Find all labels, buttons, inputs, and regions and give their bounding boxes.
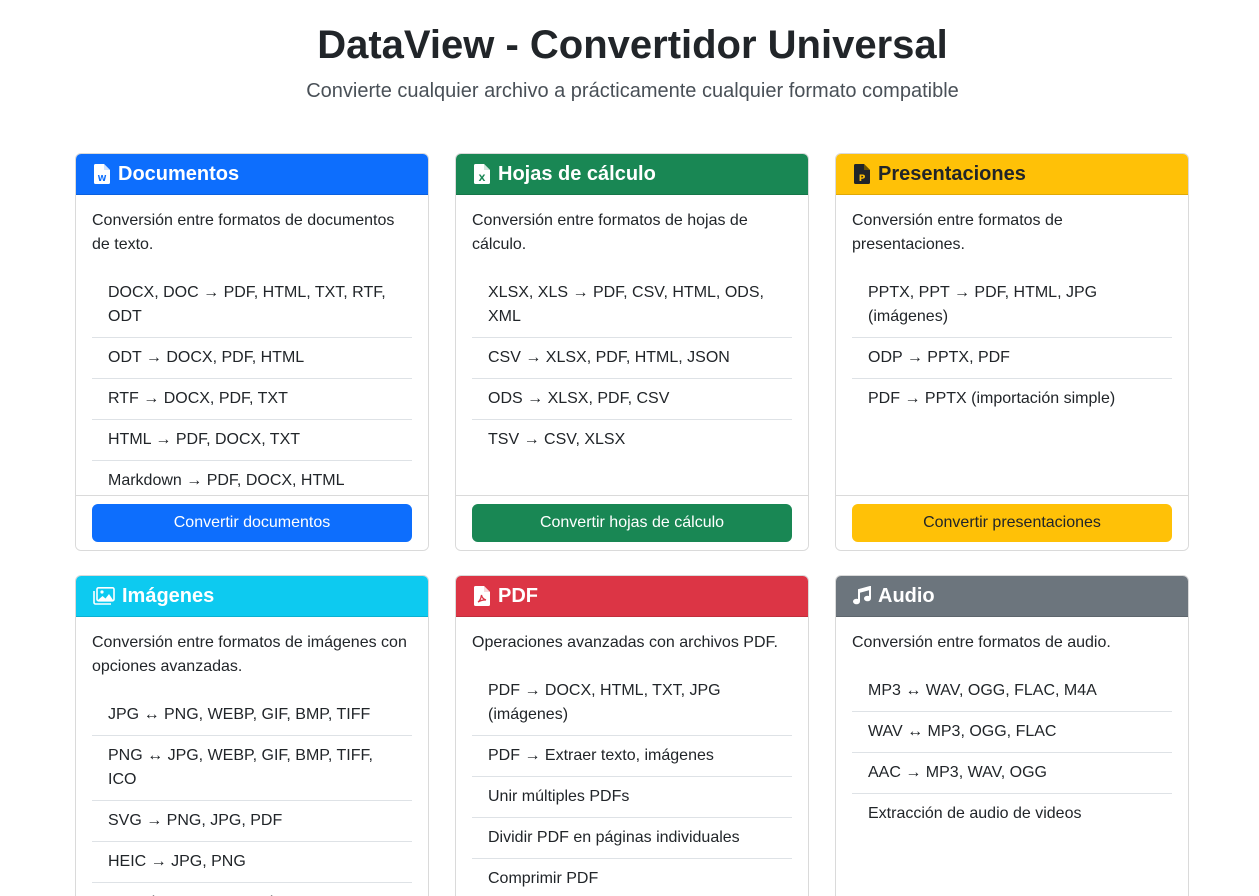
card-description: Operaciones avanzadas con archivos PDF. <box>472 634 778 651</box>
list-item: SVG → PNG, JPG, PDF <box>92 801 412 842</box>
card-header-presentaciones: P Presentaciones <box>836 154 1188 195</box>
list-item: MP3 ↔ WAV, OGG, FLAC, M4A <box>852 671 1172 712</box>
card-title: Presentaciones <box>878 162 1026 185</box>
list-item: DOCX, DOC → PDF, HTML, TXT, RTF, ODT <box>92 273 412 338</box>
list-item: ODS → XLSX, PDF, CSV <box>472 379 792 420</box>
svg-text:P: P <box>859 174 866 184</box>
card-title: PDF <box>498 584 538 607</box>
powerpoint-file-icon: P <box>852 163 872 185</box>
convert-spreadsheets-button[interactable]: Convertir hojas de cálculo <box>472 504 792 542</box>
list-item: CSV → XLSX, PDF, HTML, JSON <box>472 338 792 379</box>
card-documentos: W Documentos Conversión entre formatos d… <box>75 153 429 551</box>
card-audio: Audio Conversión entre formatos de audio… <box>835 575 1189 896</box>
card-header-documentos: W Documentos <box>76 154 428 195</box>
card-title: Documentos <box>118 162 240 185</box>
card-footer: Convertir presentaciones <box>836 495 1188 550</box>
format-list: PPTX, PPT → PDF, HTML, JPG (imágenes) OD… <box>852 273 1172 419</box>
excel-file-icon: X <box>472 163 492 185</box>
svg-text:W: W <box>98 174 107 183</box>
music-note-icon <box>852 585 872 607</box>
list-item: TSV → CSV, XLSX <box>488 431 626 448</box>
list-item: RAW (CR2, NEF, ARW) → JPG, PNG <box>92 883 412 896</box>
card-header-audio: Audio <box>836 576 1188 617</box>
svg-text:X: X <box>479 174 486 184</box>
card-title: Imágenes <box>122 584 215 607</box>
list-item: ODT → DOCX, PDF, HTML <box>92 338 412 379</box>
images-icon <box>92 585 116 607</box>
list-item: HEIC → JPG, PNG <box>92 842 412 883</box>
list-item: RTF → DOCX, PDF, TXT <box>92 379 412 420</box>
list-item: PPTX, PPT → PDF, HTML, JPG (imágenes) <box>852 273 1172 338</box>
card-title: Hojas de cálculo <box>498 162 656 185</box>
list-item: WAV ↔ MP3, OGG, FLAC <box>852 712 1172 753</box>
list-item: PDF → PPTX (importación simple) <box>868 390 1116 407</box>
list-item: PNG ↔ JPG, WEBP, GIF, BMP, TIFF, ICO <box>92 736 412 801</box>
format-list: MP3 ↔ WAV, OGG, FLAC, M4A WAV ↔ MP3, OGG… <box>852 671 1172 834</box>
page: DataView - Convertidor Universal Convier… <box>0 0 1259 896</box>
format-list: PDF → DOCX, HTML, TXT, JPG (imágenes) PD… <box>472 671 792 896</box>
list-item: Comprimir PDF <box>488 870 599 887</box>
list-item: ODP → PPTX, PDF <box>852 338 1172 379</box>
list-item: AAC → MP3, WAV, OGG <box>852 753 1172 794</box>
card-hojas-de-calculo: X Hojas de cálculo Conversión entre form… <box>455 153 809 551</box>
card-footer: Convertir hojas de cálculo <box>456 495 808 550</box>
pdf-file-icon <box>472 585 492 607</box>
format-list: XLSX, XLS → PDF, CSV, HTML, ODS, XML CSV… <box>472 273 792 460</box>
page-subtitle: Convierte cualquier archivo a prácticame… <box>306 80 959 102</box>
card-title: Audio <box>878 584 935 607</box>
card-description: Conversión entre formatos de imágenes co… <box>92 634 407 675</box>
card-footer: Convertir documentos <box>76 495 428 550</box>
card-header-imagenes: Imágenes <box>76 576 428 617</box>
card-pdf: PDF Operaciones avanzadas con archivos P… <box>455 575 809 896</box>
card-description: Conversión entre formatos de audio. <box>852 634 1111 651</box>
card-description: Conversión entre formatos de presentacio… <box>852 212 1063 253</box>
convert-documents-button[interactable]: Convertir documentos <box>92 504 412 542</box>
card-description: Conversión entre formatos de hojas de cá… <box>472 212 748 253</box>
list-item: Extracción de audio de videos <box>868 805 1082 822</box>
convert-presentations-button[interactable]: Convertir presentaciones <box>852 504 1172 542</box>
word-file-icon: W <box>92 163 112 185</box>
card-header-pdf: PDF <box>456 576 808 617</box>
list-item: PDF → DOCX, HTML, TXT, JPG (imágenes) <box>472 671 792 736</box>
page-title: DataView - Convertidor Universal <box>317 23 948 67</box>
card-header-hojas: X Hojas de cálculo <box>456 154 808 195</box>
list-item: JPG ↔ PNG, WEBP, GIF, BMP, TIFF <box>92 695 412 736</box>
list-item: Dividir PDF en páginas individuales <box>472 818 792 859</box>
format-list: JPG ↔ PNG, WEBP, GIF, BMP, TIFF PNG ↔ JP… <box>92 695 412 896</box>
format-list: DOCX, DOC → PDF, HTML, TXT, RTF, ODT ODT… <box>92 273 412 501</box>
card-imagenes: Imágenes Conversión entre formatos de im… <box>75 575 429 896</box>
card-description: Conversión entre formatos de documentos … <box>92 212 395 253</box>
list-item: HTML → PDF, DOCX, TXT <box>92 420 412 461</box>
list-item: PDF → Extraer texto, imágenes <box>472 736 792 777</box>
list-item: Unir múltiples PDFs <box>472 777 792 818</box>
card-presentaciones: P Presentaciones Conversión entre format… <box>835 153 1189 551</box>
list-item: XLSX, XLS → PDF, CSV, HTML, ODS, XML <box>472 273 792 338</box>
